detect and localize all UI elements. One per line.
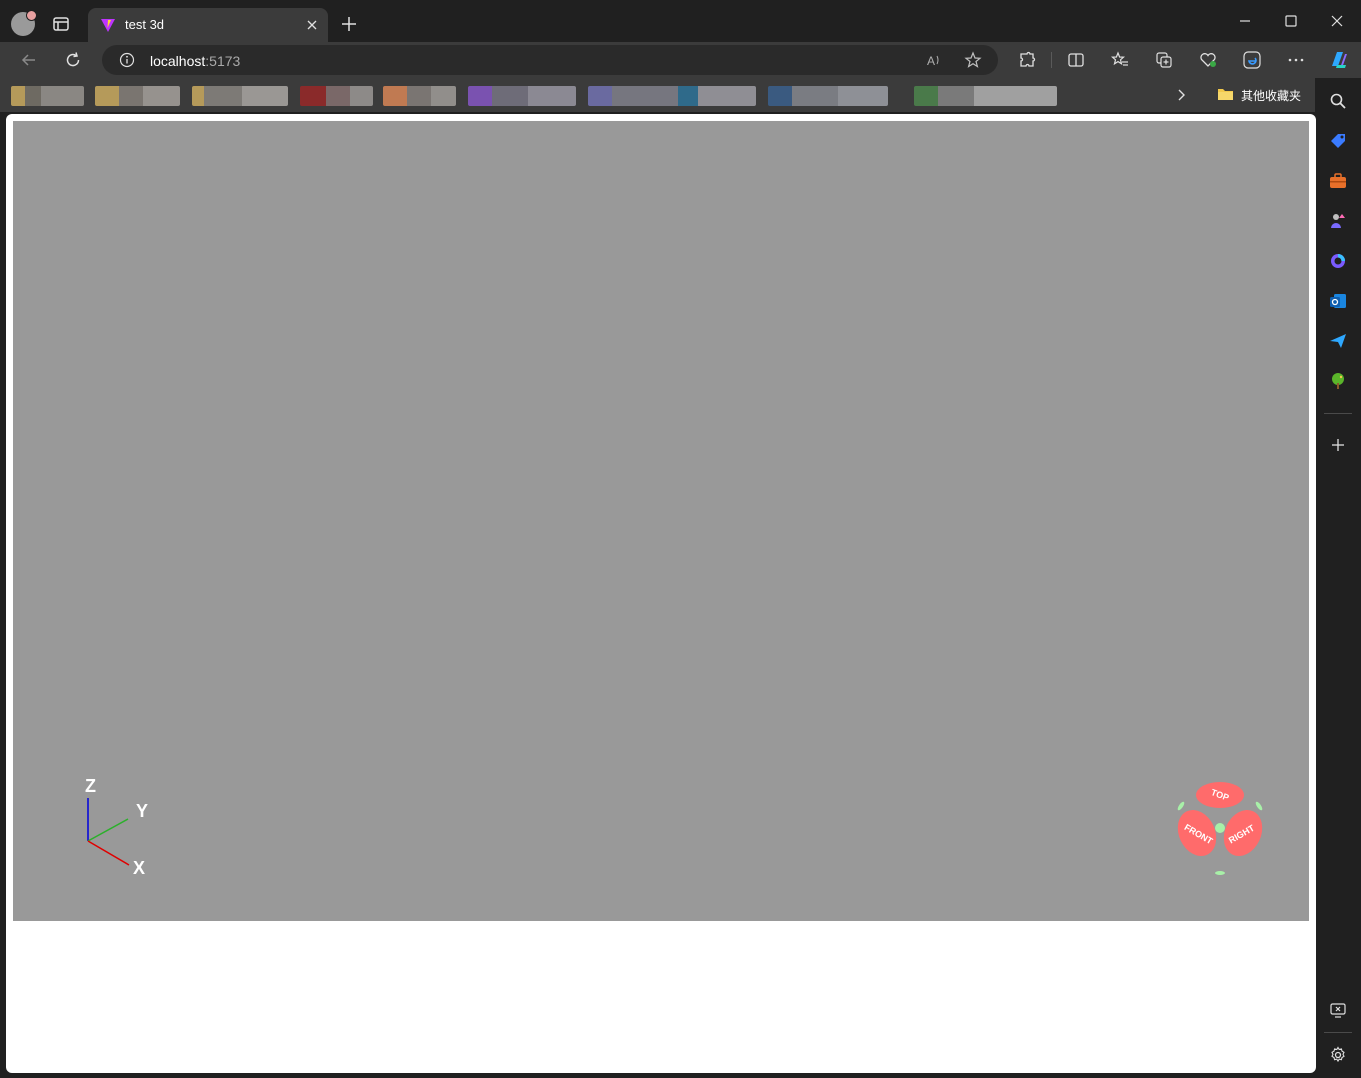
x-axis-line (87, 840, 130, 866)
chevron-right-icon[interactable] (1172, 86, 1190, 104)
more-options-icon[interactable] (1286, 50, 1306, 70)
refresh-icon[interactable] (63, 50, 83, 70)
bookmark-item[interactable] (95, 86, 180, 106)
folder-icon (1218, 89, 1233, 100)
edge-icon[interactable] (1242, 50, 1262, 70)
browser-window: test 3d localhost:5173 A 其他收藏夹 Z Y X TOP… (0, 0, 1361, 1078)
favorite-star-icon[interactable] (964, 51, 982, 69)
bookmark-item[interactable] (383, 86, 456, 106)
maximize-icon[interactable] (1282, 12, 1300, 30)
y-axis-label: Y (136, 801, 148, 821)
shopping-tag-icon[interactable] (1328, 131, 1348, 151)
new-tab-icon[interactable] (339, 14, 359, 34)
copilot-icon[interactable] (1327, 48, 1351, 72)
close-tab-icon[interactable] (304, 17, 320, 33)
sidebar-separator (1324, 413, 1352, 414)
address-bar[interactable]: localhost:5173 A (102, 45, 998, 75)
tab-title: test 3d (125, 17, 165, 32)
bookmark-item[interactable] (192, 86, 288, 106)
gear-icon[interactable] (1328, 1045, 1348, 1065)
toolbar-separator (1051, 52, 1052, 68)
split-screen-icon[interactable] (1066, 50, 1086, 70)
view-cube-edge[interactable] (1254, 801, 1263, 811)
collections-icon[interactable] (1154, 50, 1174, 70)
tab-actions-icon[interactable] (51, 14, 71, 34)
profile-avatar-icon[interactable] (11, 10, 37, 36)
back-arrow-icon[interactable] (19, 50, 39, 70)
view-cube[interactable]: TOP FRONT RIGHT (1170, 773, 1270, 877)
x-axis-label: X (133, 858, 145, 878)
url-text: localhost:5173 (150, 53, 240, 69)
toolbox-icon[interactable] (1328, 171, 1348, 191)
search-icon[interactable] (1328, 91, 1348, 111)
view-cube-edge[interactable] (1215, 871, 1225, 875)
tree-icon[interactable] (1328, 371, 1348, 391)
bookmarks-bar: 其他收藏夹 (0, 78, 1315, 112)
copilot-sidebar-icon[interactable] (1328, 251, 1348, 271)
other-favorites-label: 其他收藏夹 (1241, 89, 1302, 103)
add-icon[interactable] (1328, 435, 1348, 455)
axes-helper: Z Y X (85, 776, 148, 878)
bookmark-item[interactable] (768, 86, 888, 106)
navigation-toolbar: localhost:5173 A (0, 42, 1361, 78)
bookmark-item[interactable] (11, 86, 84, 106)
page-content: Z Y X TOP FRONT RIGHT (6, 114, 1316, 1073)
tab-strip: test 3d (0, 0, 1361, 42)
favorites-icon[interactable] (1110, 50, 1130, 70)
read-aloud-icon[interactable]: A (925, 51, 943, 69)
view-cube-corner[interactable] (1215, 823, 1225, 833)
y-axis-line (87, 818, 129, 842)
vite-logo-icon (101, 19, 115, 32)
tab-active[interactable]: test 3d (88, 8, 328, 42)
url-host: localhost (150, 53, 206, 69)
view-cube-edge[interactable] (1176, 801, 1185, 811)
close-window-icon[interactable] (1328, 12, 1346, 30)
3d-viewport-canvas[interactable]: Z Y X TOP FRONT RIGHT (13, 121, 1309, 921)
games-icon[interactable] (1328, 211, 1348, 231)
bookmark-item[interactable] (588, 86, 756, 106)
bookmark-item[interactable] (300, 86, 373, 106)
edge-sidebar (1316, 78, 1361, 1078)
screenshot-icon[interactable] (1328, 1000, 1348, 1020)
sidebar-separator (1324, 1032, 1352, 1033)
svg-text:A: A (927, 54, 935, 68)
minimize-icon[interactable] (1236, 12, 1254, 30)
url-port: :5173 (205, 53, 241, 69)
bookmark-item[interactable] (914, 86, 1057, 106)
extensions-icon[interactable] (1017, 50, 1037, 70)
site-info-icon[interactable] (119, 52, 135, 68)
bookmark-item[interactable] (468, 86, 576, 106)
outlook-icon[interactable] (1328, 291, 1348, 311)
send-icon[interactable] (1328, 331, 1348, 351)
browser-essentials-icon[interactable] (1198, 50, 1218, 70)
z-axis-label: Z (85, 776, 96, 796)
